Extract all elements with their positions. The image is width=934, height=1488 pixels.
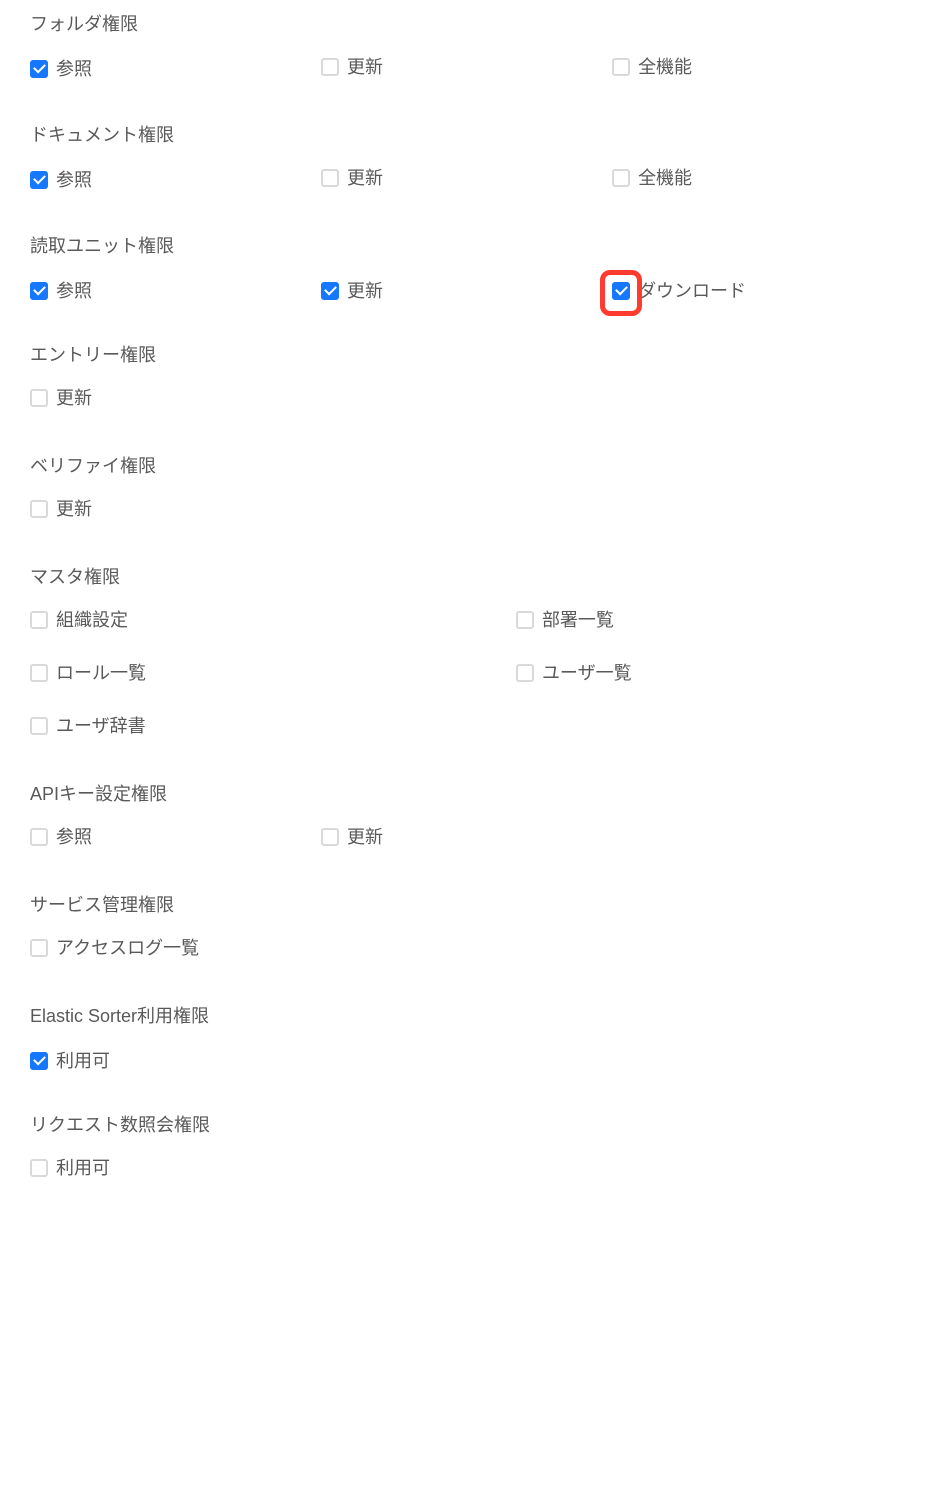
master-permissions-title: マスタ権限 [30,563,904,589]
checkbox-label: ユーザ辞書 [56,717,146,735]
checkbox-label: 全機能 [638,169,692,187]
checkbox-icon [321,282,339,300]
master-dept-checkbox[interactable]: 部署一覧 [516,611,614,629]
folder-permissions-section: フォルダ権限 参照 更新 全機能 [30,10,904,81]
checkbox-icon [516,611,534,629]
checkbox-icon [30,1052,48,1070]
request-use-checkbox[interactable]: 利用可 [30,1159,110,1177]
document-all-checkbox[interactable]: 全機能 [612,169,692,187]
folder-permissions-title: フォルダ権限 [30,10,904,36]
checkbox-label: 組織設定 [56,611,128,629]
checkbox-icon [30,611,48,629]
checkbox-label: アクセスログ一覧 [56,939,199,957]
verify-permissions-section: ベリファイ権限 更新 [30,452,904,523]
checkbox-icon [612,282,630,300]
checkbox-icon [30,828,48,846]
folder-update-checkbox[interactable]: 更新 [321,58,383,76]
readunit-view-checkbox[interactable]: 参照 [30,282,92,300]
checkbox-label: 参照 [56,282,92,300]
master-dict-checkbox[interactable]: ユーザ辞書 [30,717,146,735]
checkbox-icon [321,58,339,76]
checkbox-icon [612,169,630,187]
document-update-checkbox[interactable]: 更新 [321,169,383,187]
apikey-permissions-title: APIキー設定権限 [30,780,904,806]
checkbox-icon [30,282,48,300]
checkbox-label: 利用可 [56,1052,110,1070]
elastic-use-checkbox[interactable]: 利用可 [30,1052,110,1070]
entry-permissions-title: エントリー権限 [30,341,904,367]
checkbox-icon [30,500,48,518]
document-view-checkbox[interactable]: 参照 [30,171,92,189]
checkbox-icon [30,60,48,78]
master-role-checkbox[interactable]: ロール一覧 [30,664,146,682]
checkbox-label: ユーザ一覧 [542,664,632,682]
service-accesslog-checkbox[interactable]: アクセスログ一覧 [30,939,199,957]
entry-permissions-section: エントリー権限 更新 [30,341,904,412]
checkbox-label: 利用可 [56,1159,110,1177]
readunit-permissions-section: 読取ユニット権限 参照 更新 ダウンロード [30,232,904,301]
checkbox-label: 更新 [56,500,92,518]
folder-view-checkbox[interactable]: 参照 [30,60,92,78]
checkbox-icon [30,664,48,682]
checkbox-label: 更新 [56,389,92,407]
checkbox-label: 部署一覧 [542,611,614,629]
checkbox-icon [321,169,339,187]
checkbox-label: 更新 [347,828,383,846]
verify-permissions-title: ベリファイ権限 [30,452,904,478]
master-org-checkbox[interactable]: 組織設定 [30,611,128,629]
readunit-update-checkbox[interactable]: 更新 [321,282,383,300]
checkbox-label: ダウンロード [638,282,746,300]
checkbox-label: 更新 [347,282,383,300]
checkbox-icon [30,389,48,407]
checkbox-label: ロール一覧 [56,664,146,682]
readunit-permissions-title: 読取ユニット権限 [30,232,904,258]
document-permissions-section: ドキュメント権限 参照 更新 全機能 [30,121,904,192]
checkbox-label: 参照 [56,171,92,189]
verify-update-checkbox[interactable]: 更新 [30,500,92,518]
checkbox-label: 全機能 [638,58,692,76]
apikey-permissions-section: APIキー設定権限 参照 更新 [30,780,904,851]
checkbox-icon [321,828,339,846]
checkbox-label: 更新 [347,58,383,76]
folder-all-checkbox[interactable]: 全機能 [612,58,692,76]
checkbox-icon [612,58,630,76]
checkbox-label: 参照 [56,828,92,846]
readunit-download-checkbox[interactable]: ダウンロード [612,282,746,300]
service-permissions-section: サービス管理権限 アクセスログ一覧 [30,891,904,962]
checkbox-icon [30,939,48,957]
checkbox-icon [30,717,48,735]
request-permissions-title: リクエスト数照会権限 [30,1111,904,1137]
request-permissions-section: リクエスト数照会権限 利用可 [30,1111,904,1182]
apikey-update-checkbox[interactable]: 更新 [321,828,383,846]
apikey-view-checkbox[interactable]: 参照 [30,828,92,846]
document-permissions-title: ドキュメント権限 [30,121,904,147]
elastic-permissions-title: Elastic Sorter利用権限 [30,1002,904,1028]
checkbox-icon [30,1159,48,1177]
entry-update-checkbox[interactable]: 更新 [30,389,92,407]
elastic-permissions-section: Elastic Sorter利用権限 利用可 [30,1002,904,1071]
checkbox-label: 更新 [347,169,383,187]
master-permissions-section: マスタ権限 組織設定 部署一覧 ロール一覧 ユーザ一覧 [30,563,904,740]
checkbox-icon [516,664,534,682]
master-user-checkbox[interactable]: ユーザ一覧 [516,664,632,682]
checkbox-label: 参照 [56,60,92,78]
service-permissions-title: サービス管理権限 [30,891,904,917]
checkbox-icon [30,171,48,189]
